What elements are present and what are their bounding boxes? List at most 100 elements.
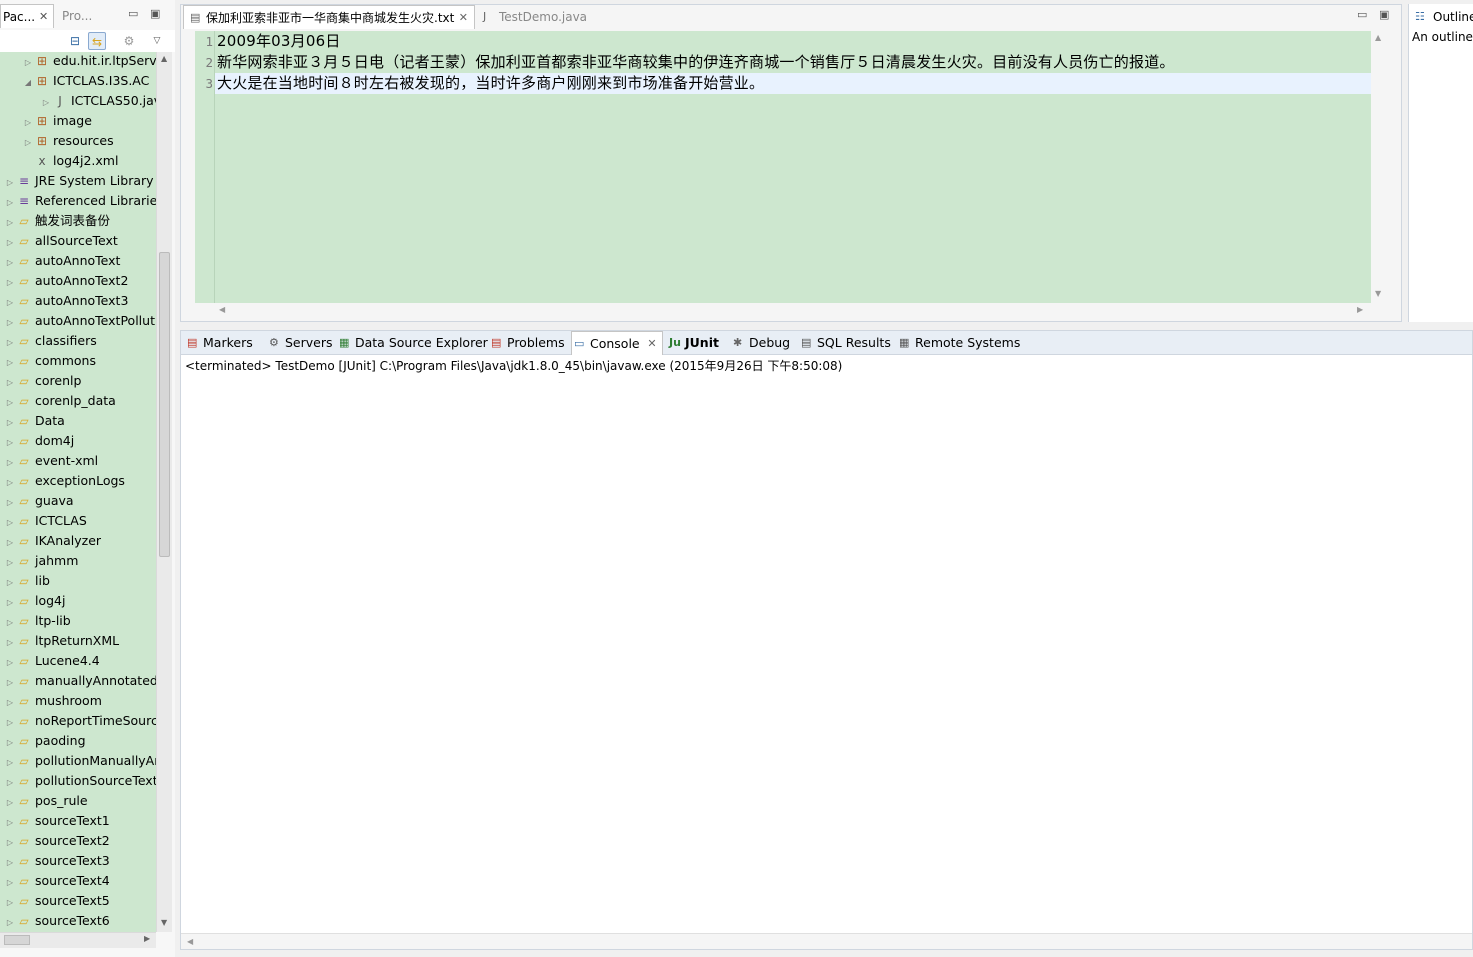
close-icon[interactable]: ✕ bbox=[459, 6, 468, 30]
tree-item[interactable]: ▷ ▱ sourceText6 bbox=[4, 911, 110, 931]
focus-icon[interactable]: ⚙ bbox=[120, 32, 138, 50]
expand-arrow-icon[interactable]: ▷ bbox=[4, 213, 16, 233]
expand-arrow-icon[interactable]: ▷ bbox=[4, 653, 16, 673]
tree-item[interactable]: ▷ ▱ Lucene4.4 bbox=[4, 651, 100, 671]
tree-item[interactable]: ▷ ▱ exceptionLogs bbox=[4, 471, 125, 491]
expand-arrow-icon[interactable]: ▷ bbox=[4, 693, 16, 713]
tree-item[interactable]: ▷ ⊞ image bbox=[22, 111, 92, 131]
tree-item[interactable]: ▷ ▱ mushroom bbox=[4, 691, 102, 711]
tree-item[interactable]: ▷ ▱ jahmm bbox=[4, 551, 79, 573]
tree-item[interactable]: ▷ ▱ corenlp_data bbox=[4, 391, 116, 411]
tree-item[interactable]: ▷ ▱ manuallyAnnotated bbox=[4, 671, 156, 691]
close-icon[interactable]: ✕ bbox=[39, 5, 48, 29]
tab-project-explorer[interactable]: Pro... bbox=[58, 4, 118, 28]
tab-remote-systems[interactable]: ▦ Remote Systems bbox=[897, 331, 1020, 355]
expand-arrow-icon[interactable]: ▷ bbox=[4, 573, 16, 593]
tree-item[interactable]: ▷ ▱ commons bbox=[4, 351, 96, 371]
expand-arrow-icon[interactable]: ▷ bbox=[4, 913, 16, 932]
scroll-right-icon[interactable]: ▶ bbox=[1357, 305, 1363, 314]
expand-arrow-icon[interactable]: ▷ bbox=[4, 273, 16, 293]
scroll-up-icon[interactable]: ▲ bbox=[161, 54, 167, 63]
expand-arrow-icon[interactable]: ▷ bbox=[40, 93, 52, 113]
tree-item[interactable]: ▷ ▱ dom4j bbox=[4, 431, 74, 451]
tree-item[interactable]: ▷ ⊞ edu.hit.ir.ltpServi bbox=[22, 52, 156, 71]
expand-arrow-icon[interactable]: ▷ bbox=[4, 773, 16, 793]
expand-arrow-icon[interactable]: ▷ bbox=[4, 413, 16, 433]
scroll-up-icon[interactable]: ▲ bbox=[1375, 33, 1381, 42]
text-editor[interactable]: 1 2 3 2009年03月06日 新华网索非亚３月５日电（记者王蒙）保加利亚首… bbox=[195, 31, 1371, 303]
collapse-all-icon[interactable]: ⊟ bbox=[66, 32, 84, 50]
expand-arrow-icon[interactable]: ▷ bbox=[4, 353, 16, 373]
tab-junit[interactable]: Ju JUnit bbox=[667, 331, 719, 355]
expand-arrow-icon[interactable]: ▷ bbox=[4, 373, 16, 393]
tree-item[interactable]: ▷ ▱ pollutionSourceText bbox=[4, 771, 156, 791]
tree-item[interactable]: ▷ ▱ pos_rule bbox=[4, 791, 88, 811]
scrollbar-thumb[interactable] bbox=[4, 935, 30, 945]
text-line[interactable]: 大火是在当地时间８时左右被发现的，当时许多商户刚刚来到市场准备开始营业。 bbox=[217, 73, 764, 94]
tree-item[interactable]: ▷ ▱ sourceText1 bbox=[4, 811, 110, 831]
maximize-icon[interactable]: ▣ bbox=[150, 8, 160, 20]
tree-item[interactable]: ▷ ▱ autoAnnoTextPolluti bbox=[4, 311, 156, 331]
minimize-icon[interactable]: ▭ bbox=[128, 8, 138, 20]
expand-arrow-icon[interactable]: ▷ bbox=[4, 553, 16, 573]
expand-arrow-icon[interactable]: ▷ bbox=[4, 753, 16, 773]
expand-arrow-icon[interactable]: ▷ bbox=[4, 313, 16, 333]
tree-item[interactable]: ▷ ▱ sourceText3 bbox=[4, 851, 110, 871]
tree-item[interactable]: ▷ ▱ lib bbox=[4, 571, 50, 591]
tab-problems[interactable]: ▤ Problems bbox=[489, 331, 565, 355]
tree-item[interactable]: ▷ ▱ sourceText4 bbox=[4, 871, 110, 891]
tab-outline[interactable]: ☷ Outline bbox=[1415, 6, 1473, 28]
tree-item[interactable]: ▷ ▱ log4j bbox=[4, 591, 66, 613]
tree-item[interactable]: x log4j2.xml bbox=[22, 151, 118, 171]
expand-arrow-icon[interactable]: ▷ bbox=[4, 633, 16, 653]
expand-arrow-icon[interactable]: ▷ bbox=[4, 893, 16, 913]
tab-debug[interactable]: ✱ Debug bbox=[731, 331, 790, 355]
expand-arrow-icon[interactable]: ▷ bbox=[22, 53, 34, 73]
text-line[interactable]: 新华网索非亚３月５日电（记者王蒙）保加利亚首都索非亚华商较集中的伊连齐商城一个销… bbox=[217, 52, 1175, 73]
expand-arrow-icon[interactable]: ▷ bbox=[4, 853, 16, 873]
expand-arrow-icon[interactable]: ▷ bbox=[4, 193, 16, 213]
tree-item[interactable]: ▷ ▱ ICTCLAS bbox=[4, 511, 87, 531]
expand-arrow-icon[interactable]: ▷ bbox=[4, 593, 16, 613]
editor-tab-java[interactable]: J TestDemo.java bbox=[477, 5, 597, 29]
tree-item[interactable]: ▷ ⊞ resources bbox=[22, 131, 114, 151]
tree-item[interactable]: ◢ ⊞ ICTCLAS.I3S.AC bbox=[22, 71, 149, 91]
tree-item[interactable]: ▷ ▱ corenlp bbox=[4, 371, 81, 391]
tree-item[interactable]: ▷ ▱ 触发词表备份 bbox=[4, 211, 110, 231]
tree-item[interactable]: ▷ ▱ pollutionManuallyAr bbox=[4, 751, 156, 771]
expand-arrow-icon[interactable]: ▷ bbox=[4, 813, 16, 833]
scroll-left-icon[interactable]: ◀ bbox=[219, 305, 225, 314]
expand-arrow-icon[interactable]: ▷ bbox=[4, 793, 16, 813]
scroll-left-icon[interactable]: ◀ bbox=[187, 937, 193, 946]
expand-arrow-icon[interactable]: ▷ bbox=[4, 833, 16, 853]
expand-arrow-icon[interactable]: ▷ bbox=[4, 473, 16, 493]
tree-item[interactable]: ▷ ▱ paoding bbox=[4, 731, 86, 751]
tree-item[interactable]: ▷ ▱ Data bbox=[4, 411, 65, 431]
view-menu-icon[interactable]: ▽ bbox=[148, 32, 166, 50]
tree-item[interactable]: ▷ ▱ autoAnnoText3 bbox=[4, 291, 129, 311]
tree-item[interactable]: ▷ ▱ autoAnnoText2 bbox=[4, 271, 129, 293]
tree-item[interactable]: ▷ ▱ event-xml bbox=[4, 451, 98, 471]
tab-servers[interactable]: ⚙ Servers bbox=[267, 331, 333, 355]
tree-item[interactable]: ▷ ▱ sourceText2 bbox=[4, 831, 110, 851]
expand-arrow-icon[interactable]: ▷ bbox=[4, 393, 16, 413]
tree-item[interactable]: ▷ ▱ classifiers bbox=[4, 331, 97, 351]
expand-arrow-icon[interactable]: ▷ bbox=[4, 433, 16, 453]
tab-sql-results[interactable]: ▤ SQL Results bbox=[799, 331, 891, 355]
tab-data-source-explorer[interactable]: ▦ Data Source Explorer bbox=[337, 331, 488, 355]
tree-horizontal-scrollbar[interactable]: ▶ bbox=[0, 932, 156, 948]
expand-arrow-icon[interactable]: ▷ bbox=[4, 513, 16, 533]
scroll-down-icon[interactable]: ▼ bbox=[161, 918, 167, 927]
expand-arrow-icon[interactable]: ▷ bbox=[4, 673, 16, 693]
minimize-icon[interactable]: ▭ bbox=[1357, 9, 1367, 21]
console-horizontal-scrollbar[interactable]: ◀ bbox=[181, 933, 1472, 949]
expand-arrow-icon[interactable]: ▷ bbox=[4, 453, 16, 473]
expand-arrow-icon[interactable]: ▷ bbox=[4, 873, 16, 893]
editor-vertical-scrollbar[interactable]: ▲ ▼ bbox=[1371, 31, 1387, 303]
expand-arrow-icon[interactable]: ▷ bbox=[4, 713, 16, 733]
editor-tab-txt[interactable]: ▤ 保加利亚索非亚市一华商集中商城发生火灾.txt ✕ bbox=[183, 5, 475, 29]
expand-arrow-icon[interactable]: ▷ bbox=[4, 333, 16, 353]
expand-arrow-icon[interactable]: ▷ bbox=[4, 533, 16, 553]
tree-item[interactable]: ▷ ≡ Referenced Libraries bbox=[4, 191, 156, 211]
scroll-down-icon[interactable]: ▼ bbox=[1375, 289, 1381, 298]
